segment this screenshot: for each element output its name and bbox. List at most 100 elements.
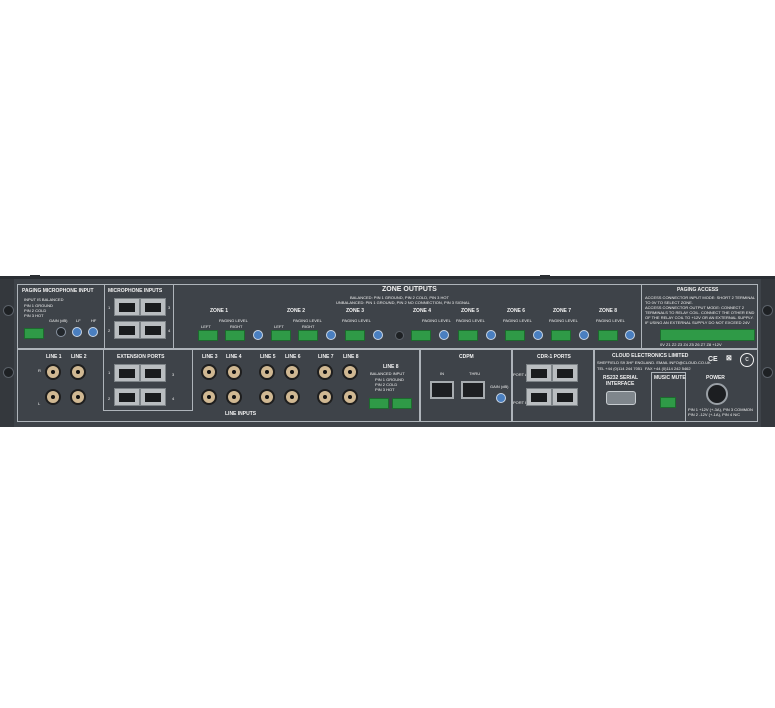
cdr-port-1[interactable] [526,364,552,382]
cdr-port-2[interactable] [552,364,578,382]
paging-mic-terminal[interactable] [24,328,44,339]
cdpm-in-port[interactable] [430,381,454,399]
zone-3-paging-label: PAGING LEVEL [342,318,371,323]
paging-mic-note: PIN 3 HOT [24,313,44,318]
zone-7-paging-pot[interactable] [579,330,589,340]
line-5-l-jack[interactable] [259,389,275,405]
zone-6-terminal[interactable] [505,330,525,341]
zone-3-label: ZONE 3 [346,308,365,314]
extension-port-2[interactable] [140,364,166,382]
line-6-l-jack[interactable] [284,389,300,405]
panel-screw [395,331,404,340]
cdpm-thru-port[interactable] [461,381,485,399]
music-mute-terminal[interactable] [660,397,676,408]
zone-1-paging-pot[interactable] [253,330,263,340]
zone-4-label: ZONE 4 [413,308,432,314]
extension-port-3[interactable] [114,388,140,406]
zone-7-terminal[interactable] [551,330,571,341]
power-din-socket[interactable] [706,383,728,405]
mic-input-2-port[interactable] [140,298,166,316]
line-inputs-title: LINE INPUTS [225,411,257,417]
cdr-port-4[interactable] [552,388,578,406]
rs232-title: INTERFACE [606,381,635,387]
line-4-r-jack[interactable] [226,364,242,380]
cdpm-gain-pot[interactable] [496,393,506,403]
zone-1-left-label: LEFT [201,324,211,329]
zone-3-paging-pot[interactable] [373,330,383,340]
paging-mic-note: INPUT IS BALANCED [24,297,64,302]
ext-num-2: 2 [108,396,111,401]
zone-unbalanced-note: UNBALANCED: PIN 1 GROUND, PIN 2 NO CONNE… [336,300,470,305]
line-1-r-jack[interactable] [45,364,61,380]
line-2-r-jack[interactable] [70,364,86,380]
line8-terminal-r[interactable] [392,398,412,409]
line-3-r-jack[interactable] [201,364,217,380]
mic-input-1-port[interactable] [114,298,140,316]
hf-label: HF [91,318,97,323]
zone-5-terminal[interactable] [458,330,478,341]
zone-8-terminal[interactable] [598,330,618,341]
mic-input-4-port[interactable] [140,321,166,339]
zone-4-paging-pot[interactable] [439,330,449,340]
zone-8-paging-label: PAGING LEVEL [596,318,625,323]
line-4-label: LINE 4 [226,354,242,360]
mic-inputs-title: MICROPHONE INPUTS [108,288,163,294]
line-8-label: LINE 8 [343,354,359,360]
mic-input-3-port[interactable] [114,321,140,339]
cdr-title: CDR-1 PORTS [537,354,571,360]
zone-8-label: ZONE 8 [599,308,618,314]
zone-3-terminal[interactable] [345,330,365,341]
cdr-port-3[interactable] [526,388,552,406]
zone-1-right-label: RIGHT [230,324,243,329]
ext-num-1: 1 [108,370,111,375]
gain-knob[interactable] [56,327,66,337]
zone-2-paging-pot[interactable] [326,330,336,340]
zone-7-paging-label: PAGING LEVEL [549,318,578,323]
zone-1-right-terminal[interactable] [225,330,245,341]
line-1-l-jack[interactable] [45,389,61,405]
zone-2-paging-label: PAGING LEVEL [293,318,322,323]
zone-2-left-terminal[interactable] [271,330,291,341]
lf-pot[interactable] [72,327,82,337]
paging-access-terminal-block[interactable] [660,329,755,341]
zone-2-right-terminal[interactable] [298,330,318,341]
hf-pot[interactable] [88,327,98,337]
company-fax: FAX +44 (0)114 242 5462 [645,366,691,371]
extension-port-4[interactable] [140,388,166,406]
zone-1-left-terminal[interactable] [198,330,218,341]
rack-screw [3,305,14,316]
zone-8-paging-pot[interactable] [625,330,635,340]
ext-num-3: 3 [172,372,175,377]
zone-6-paging-pot[interactable] [533,330,543,340]
line-8-r-jack[interactable] [342,364,358,380]
cdpm-thru-label: THRU [469,371,481,376]
zone-2-left-label: LEFT [274,324,284,329]
ce-mark: CE [708,356,718,363]
ext-num-4: 4 [172,396,175,401]
rack-screw [3,367,14,378]
company-address: SHEFFIELD S9 3HF ENGLAND. EMAIL INFO@CLO… [597,360,711,365]
line8-terminal-l[interactable] [369,398,389,409]
line-3-label: LINE 3 [202,354,218,360]
paging-mic-title: PAGING MICROPHONE INPUT [22,288,94,294]
zone-1-paging-label: PAGING LEVEL [219,318,248,323]
line-6-r-jack[interactable] [284,364,300,380]
mic-num-3: 3 [168,305,171,310]
line-2-label: LINE 2 [71,354,87,360]
line-2-l-jack[interactable] [70,389,86,405]
l-label: L [38,401,41,406]
paging-access-note: IF USING AN EXTERNAL SUPPLY DO NOT EXCEE… [645,320,750,325]
paging-access-pin-labels: 0V Z1 Z2 Z3 Z4 Z5 Z6 Z7 Z8 +12V [660,342,722,347]
line-4-l-jack[interactable] [226,389,242,405]
zone-4-terminal[interactable] [411,330,431,341]
rs232-port[interactable] [606,391,636,405]
company-name: CLOUD ELECTRONICS LIMITED [612,353,689,359]
line-8-l-jack[interactable] [342,389,358,405]
extension-port-1[interactable] [114,364,140,382]
line-3-l-jack[interactable] [201,389,217,405]
zone-5-paging-pot[interactable] [486,330,496,340]
line-7-l-jack[interactable] [317,389,333,405]
line-7-r-jack[interactable] [317,364,333,380]
line-5-r-jack[interactable] [259,364,275,380]
extension-ports-title: EXTENSION PORTS [117,354,165,360]
